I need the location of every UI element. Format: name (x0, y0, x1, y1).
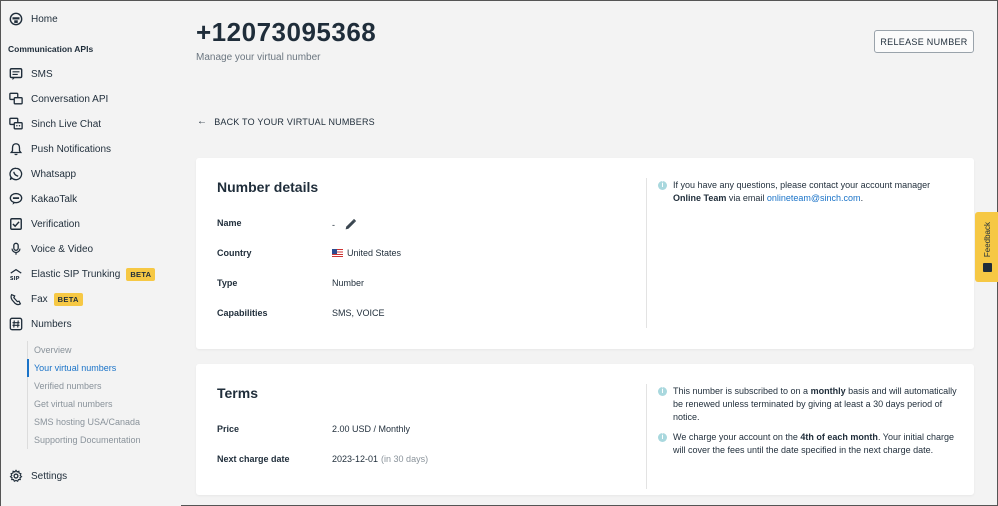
sidebar-item-whatsapp[interactable]: Whatsapp (8, 164, 76, 184)
country-label: Country (217, 248, 252, 258)
section-title: Communication APIs (8, 44, 94, 54)
sidebar-item-elastic-sip[interactable]: SIP Elastic SIP Trunking BETA (8, 264, 156, 284)
info-bold: monthly (810, 386, 846, 396)
release-number-button[interactable]: RELEASE NUMBER (874, 30, 974, 53)
sidebar-item-settings[interactable]: Settings (8, 466, 67, 486)
info-icon: i (658, 387, 667, 396)
sidebar-item-label: Sinch Live Chat (31, 118, 102, 130)
page-subtitle: Manage your virtual number (196, 52, 321, 63)
info-text: We charge your account on the (673, 432, 801, 442)
sidebar-item-label: Whatsapp (31, 168, 77, 180)
back-link-label: BACK TO YOUR VIRTUAL NUMBERS (214, 116, 375, 127)
email-link[interactable]: onlineteam@sinch.com (767, 193, 861, 203)
bell-icon (8, 141, 24, 157)
info-text: via email (726, 193, 767, 203)
sidebar-item-sms[interactable]: SMS (8, 64, 53, 84)
capabilities-label: Capabilities (217, 308, 268, 318)
sidebar-item-label: Conversation API (31, 93, 109, 105)
arrow-left-icon: ← (197, 116, 208, 127)
sidebar-item-label: Home (31, 13, 58, 25)
home-icon (8, 11, 24, 27)
sidebar-item-push-notifications[interactable]: Push Notifications (8, 139, 111, 159)
info-icon: i (658, 433, 667, 442)
price-label: Price (217, 424, 240, 434)
account-manager-name: Online Team (673, 193, 727, 203)
subnav-item-get-virtual-numbers[interactable]: Get virtual numbers (27, 395, 177, 413)
info-text: If you have any questions, please contac… (673, 180, 931, 190)
microphone-icon (8, 241, 24, 257)
svg-text:SIP: SIP (10, 276, 20, 281)
back-link[interactable]: ← BACK TO YOUR VIRTUAL NUMBERS (197, 116, 375, 127)
info-text: . (860, 193, 864, 203)
info-text: This number is subscribed to on a (673, 386, 811, 396)
sidebar-item-label: Elastic SIP Trunking (31, 268, 121, 280)
sidebar-item-label: Settings (31, 470, 68, 482)
page-title: +12073095368 (196, 17, 377, 47)
kakaotalk-icon (8, 191, 24, 207)
card-divider (646, 384, 647, 489)
feedback-icon (982, 262, 992, 272)
subscription-info: i This number is subscribed to on a mont… (658, 385, 958, 424)
terms-title: Terms (217, 385, 258, 401)
checkbox-icon (8, 216, 24, 232)
subnav-item-sms-hosting[interactable]: SMS hosting USA/Canada (27, 413, 177, 431)
next-charge-value: 2023-12-01 (332, 454, 379, 464)
numbers-subnav: Overview Your virtual numbers Verified n… (27, 341, 177, 449)
beta-badge: BETA (126, 267, 156, 281)
conversation-icon (8, 91, 24, 107)
country-value: United States (347, 248, 402, 258)
feedback-tab[interactable]: Feedback (975, 212, 998, 282)
subnav-item-overview[interactable]: Overview (27, 341, 177, 359)
name-value: - (332, 219, 335, 230)
fax-icon (8, 291, 24, 307)
gear-icon (8, 468, 24, 484)
sidebar-item-label: Numbers (31, 318, 72, 330)
type-value: Number (332, 278, 365, 288)
beta-badge: BETA (53, 292, 83, 306)
charge-info: i We charge your account on the 4th of e… (658, 431, 958, 457)
price-value: 2.00 USD / Monthly (332, 424, 411, 434)
subnav-item-your-virtual-numbers[interactable]: Your virtual numbers (27, 359, 177, 377)
hash-icon (8, 316, 24, 332)
us-flag-icon (332, 249, 343, 257)
next-charge-label: Next charge date (217, 454, 290, 464)
terms-card: Terms Price 2.00 USD / Monthly Next char… (196, 364, 974, 495)
contact-info: i If you have any questions, please cont… (658, 179, 958, 205)
sidebar-item-label: Fax (31, 293, 48, 305)
sidebar-item-live-chat[interactable]: Sinch Live Chat (8, 114, 101, 134)
type-label: Type (217, 278, 238, 288)
feedback-label: Feedback (982, 222, 992, 258)
number-details-card: Number details Name - Country United Sta… (196, 158, 974, 349)
next-charge-hint: (in 30 days) (381, 454, 429, 464)
sidebar-item-conversation-api[interactable]: Conversation API (8, 89, 108, 109)
name-label: Name (217, 218, 242, 228)
sidebar-item-label: KakaoTalk (31, 193, 78, 205)
sms-icon (8, 66, 24, 82)
sidebar-item-label: Push Notifications (31, 143, 112, 155)
sidebar-item-label: SMS (31, 68, 53, 80)
sidebar: Home Communication APIs SMS Conversation… (1, 1, 181, 506)
sidebar-item-label: Voice & Video (31, 243, 94, 255)
number-details-title: Number details (217, 179, 319, 195)
capabilities-value: SMS, VOICE (332, 308, 385, 318)
sidebar-item-voice-video[interactable]: Voice & Video (8, 239, 93, 259)
sidebar-item-verification[interactable]: Verification (8, 214, 80, 234)
info-icon: i (658, 181, 667, 190)
pencil-icon[interactable] (344, 218, 357, 231)
subnav-item-verified-numbers[interactable]: Verified numbers (27, 377, 177, 395)
sip-icon: SIP (8, 266, 24, 282)
card-divider (646, 178, 647, 328)
info-bold: 4th of each month (800, 432, 878, 442)
live-chat-icon (8, 116, 24, 132)
sidebar-item-label: Verification (31, 218, 80, 230)
sidebar-item-fax[interactable]: Fax BETA (8, 289, 83, 309)
sidebar-item-kakaotalk[interactable]: KakaoTalk (8, 189, 77, 209)
sidebar-item-numbers[interactable]: Numbers (8, 314, 72, 334)
subnav-item-supporting-documentation[interactable]: Supporting Documentation (27, 431, 177, 449)
sidebar-item-home[interactable]: Home (8, 9, 58, 29)
whatsapp-icon (8, 166, 24, 182)
